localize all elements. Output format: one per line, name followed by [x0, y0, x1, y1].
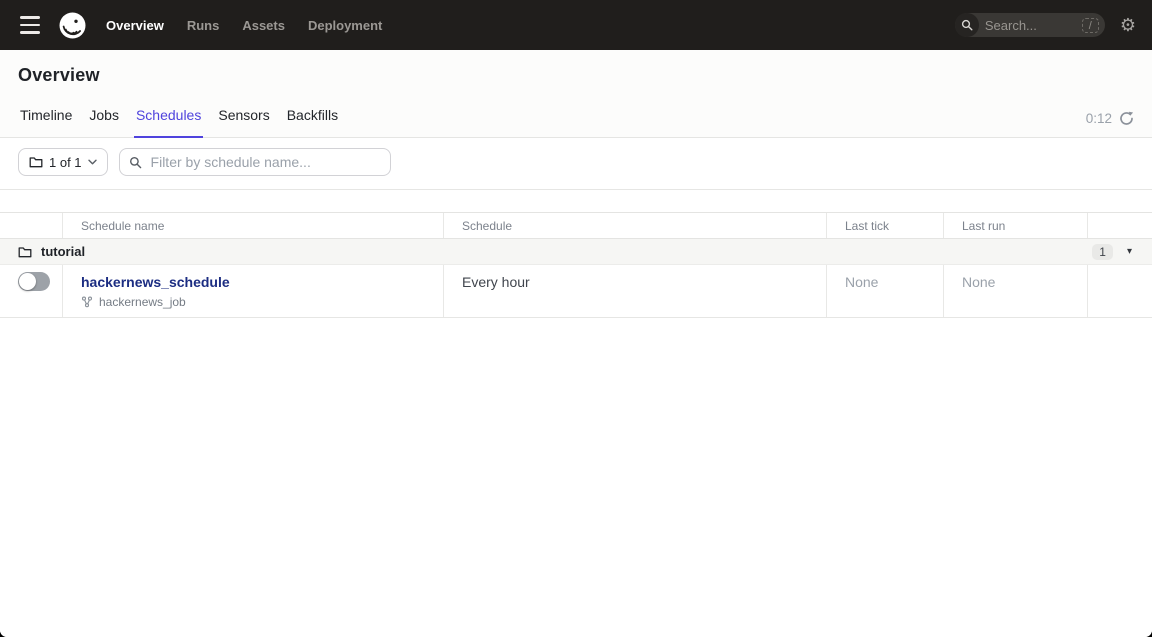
search-shortcut-key: / [1082, 18, 1099, 33]
nav-links: Overview Runs Assets Deployment [106, 18, 405, 33]
top-nav: Overview Runs Assets Deployment Search..… [0, 0, 1152, 50]
refresh-countdown: 0:12 [1086, 111, 1112, 126]
group-name: tutorial [41, 244, 85, 259]
last-run-cell: None [943, 265, 1087, 317]
job-graph-icon [81, 296, 93, 308]
search-icon [129, 156, 142, 169]
schedule-filter-input[interactable] [149, 153, 381, 171]
group-row-tutorial[interactable]: tutorial 1 ▾ [0, 239, 1152, 265]
tab-sensors[interactable]: Sensors [216, 107, 271, 138]
tab-backfills[interactable]: Backfills [285, 107, 340, 138]
tab-timeline[interactable]: Timeline [18, 107, 74, 138]
page-header: Overview Timeline Jobs Schedules Sensors… [0, 50, 1152, 138]
job-line: hackernews_job [81, 295, 431, 309]
group-selector-button[interactable]: 1 of 1 [18, 148, 108, 176]
column-last-run: Last run [943, 213, 1087, 238]
schedule-name-link[interactable]: hackernews_schedule [81, 274, 230, 290]
nav-item-runs[interactable]: Runs [187, 18, 220, 33]
search-placeholder: Search... [985, 18, 1037, 33]
content-filler [0, 318, 1152, 637]
row-actions-cell [1087, 265, 1152, 317]
folder-icon [18, 246, 32, 258]
global-search-input[interactable]: Search... / [955, 13, 1105, 37]
folder-icon [29, 156, 43, 168]
column-actions [1087, 213, 1152, 238]
tab-jobs[interactable]: Jobs [87, 107, 121, 138]
gear-icon[interactable]: ⚙ [1120, 16, 1136, 34]
filter-bar: 1 of 1 [0, 138, 1152, 190]
nav-item-assets[interactable]: Assets [242, 18, 285, 33]
tabs-bar: Timeline Jobs Schedules Sensors Backfill… [0, 107, 1152, 138]
nav-item-overview[interactable]: Overview [106, 18, 164, 33]
job-name-link[interactable]: hackernews_job [99, 295, 186, 309]
schedule-enabled-toggle[interactable] [18, 272, 50, 291]
toggle-cell [0, 265, 62, 317]
schedule-cadence-cell: Every hour [443, 265, 826, 317]
app-window: Overview Runs Assets Deployment Search..… [0, 0, 1152, 637]
nav-right: Search... / ⚙ [955, 13, 1139, 37]
refresh-icon[interactable] [1119, 111, 1134, 126]
schedules-table: Schedule name Schedule Last tick Last ru… [0, 212, 1152, 318]
group-selector-label: 1 of 1 [49, 155, 82, 170]
table-header-row: Schedule name Schedule Last tick Last ru… [0, 212, 1152, 239]
nav-item-deployment[interactable]: Deployment [308, 18, 382, 33]
column-toggle [0, 213, 62, 238]
caret-down-icon[interactable]: ▾ [1127, 246, 1132, 257]
tab-schedules[interactable]: Schedules [134, 107, 203, 138]
schedule-name-cell: hackernews_schedule hackernews_job [62, 265, 443, 317]
chevron-down-icon [88, 159, 97, 165]
tabs: Timeline Jobs Schedules Sensors Backfill… [18, 107, 340, 137]
column-schedule: Schedule [443, 213, 826, 238]
column-schedule-name: Schedule name [62, 213, 443, 238]
refresh-area: 0:12 [1086, 111, 1134, 137]
schedule-filter-field [119, 148, 391, 176]
column-last-tick: Last tick [826, 213, 943, 238]
dagster-logo[interactable] [59, 12, 86, 39]
hamburger-menu-icon[interactable] [18, 13, 42, 37]
search-icon [955, 13, 979, 37]
last-tick-cell: None [826, 265, 943, 317]
group-count-badge: 1 [1092, 244, 1113, 260]
page-title: Overview [18, 65, 1152, 86]
schedule-row: hackernews_schedule hackernews_job Every… [0, 265, 1152, 318]
